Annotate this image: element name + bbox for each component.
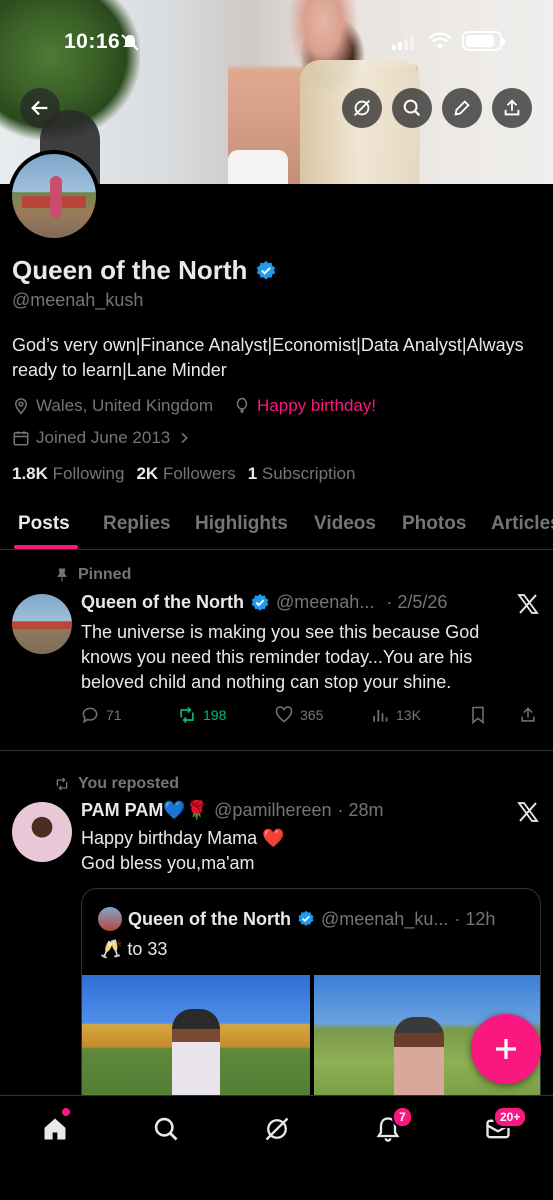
quote-author-handle: @meenah_ku... [321,908,449,929]
calendar-icon [13,431,29,446]
share-icon [521,707,535,722]
followers-link[interactable]: 2K Followers [136,464,235,484]
repost-icon [56,777,68,791]
pinned-context: Pinned [54,566,131,584]
reply-button[interactable]: 71 [80,705,122,725]
nav-grok[interactable] [262,1114,292,1144]
search-icon [403,99,421,117]
compose-button[interactable] [471,1014,541,1084]
post-actions: 71 198 365 13K [80,705,540,729]
tab-photos[interactable]: Photos [402,513,466,535]
verified-badge-icon [251,593,269,611]
profile-tabs: Posts Replies Highlights Videos Photos A… [0,505,553,550]
nav-search[interactable] [151,1114,181,1144]
views-icon [373,710,388,722]
x-logo-icon [517,802,539,822]
profile-bio: God’s very own|Finance Analyst|Economist… [12,335,524,380]
status-bar: 10:16 [0,30,553,54]
profile-birthday[interactable]: Happy birthday! [257,396,376,416]
bottom-navigation: 7 20+ [0,1095,553,1200]
status-time: 10:16 [64,30,121,53]
verified-badge-icon [298,910,314,927]
heart-icon [275,706,293,723]
share-icon [504,99,520,116]
search-button[interactable] [392,88,432,128]
post-divider [0,750,553,751]
profile-avatar[interactable] [8,150,100,242]
balloon-icon [236,397,248,414]
avatar-photo [12,154,96,238]
back-button[interactable] [20,88,60,128]
post-avatar[interactable] [12,802,72,862]
x-logo-icon [517,594,539,614]
post-author-name[interactable]: Queen of the North [81,592,244,613]
pencil-icon [454,100,470,116]
bell-mute-icon [121,34,139,51]
reply-icon [82,707,98,724]
grok-icon [354,100,370,116]
home-notification-dot [62,1108,70,1116]
repost-button[interactable]: 198 [177,705,226,725]
bookmark-button[interactable] [468,705,488,725]
nav-home[interactable] [40,1114,70,1144]
plus-icon [496,1039,516,1059]
profile-stats: 1.8K Following 2K Followers 1 Subscripti… [12,464,355,484]
bookmark-icon [472,706,484,725]
tab-highlights[interactable]: Highlights [195,513,288,535]
tab-articles[interactable]: Articles [491,513,553,535]
grok-button[interactable] [342,88,382,128]
location-pin-icon [14,398,28,415]
quoted-post[interactable]: Queen of the North @meenah_ku... · 12h 🥂… [81,888,541,1128]
quote-avatar [98,907,122,931]
post-time[interactable]: · 28m [338,800,384,821]
profile-meta-row: Wales, United Kingdom Happy birthday! [12,396,376,416]
active-tab-indicator [14,545,78,549]
post-author-name[interactable]: PAM PAM💙🌹 [81,800,208,821]
joined-row[interactable]: Joined June 2013 [12,428,192,448]
tab-replies[interactable]: Replies [103,513,171,535]
quote-header: Queen of the North @meenah_ku... · 12h [98,907,495,931]
verified-badge-icon[interactable] [255,260,277,282]
share-button[interactable] [492,88,532,128]
share-post-button[interactable] [518,705,538,725]
post-avatar[interactable] [12,594,72,654]
grok-icon [265,1117,289,1141]
post-time[interactable]: · 2/5/26 [386,592,447,613]
post-author-handle: @meenah... [276,592,375,612]
repost-icon [180,706,194,724]
notifications-badge: 7 [392,1106,413,1128]
like-button[interactable]: 365 [274,705,323,725]
search-icon [154,1117,178,1141]
repost-context: You reposted [54,775,179,793]
quote-time: · 12h [454,908,496,929]
post-author-handle: @pamilhereen [214,800,332,820]
profile-handle: @meenah_kush [12,290,144,310]
following-link[interactable]: 1.8K Following [12,464,124,484]
quote-text: 🥂 to 33 [100,939,168,959]
arrow-left-icon [31,100,48,116]
post-text: The universe is making you see this beca… [81,622,480,692]
banner-bag [228,150,288,184]
views-button[interactable]: 13K [370,705,421,725]
home-icon [44,1118,66,1140]
edit-profile-button[interactable] [442,88,482,128]
messages-badge: 20+ [493,1106,528,1128]
tab-posts[interactable]: Posts [18,513,70,535]
wifi-icon [428,32,452,49]
post-text: Happy birthday Mama ❤️ God bless you,ma'… [81,828,285,873]
post-header: PAM PAM💙🌹 @pamilhereen · 28m [81,800,384,821]
profile-location: Wales, United Kingdom [36,396,214,415]
quote-author-name: Queen of the North [128,908,291,929]
subscriptions-link[interactable]: 1 Subscription [248,464,356,484]
tab-videos[interactable]: Videos [314,513,376,535]
battery-icon [462,31,505,51]
post-header: Queen of the North @meenah... · 2/5/26 [81,592,447,613]
profile-name: Queen of the North [12,255,277,286]
pin-icon [57,568,67,582]
cellular-signal-icon [392,34,418,50]
display-name: Queen of the North [12,255,248,285]
chevron-right-icon [181,432,189,444]
profile-joined: Joined June 2013 [36,428,171,447]
